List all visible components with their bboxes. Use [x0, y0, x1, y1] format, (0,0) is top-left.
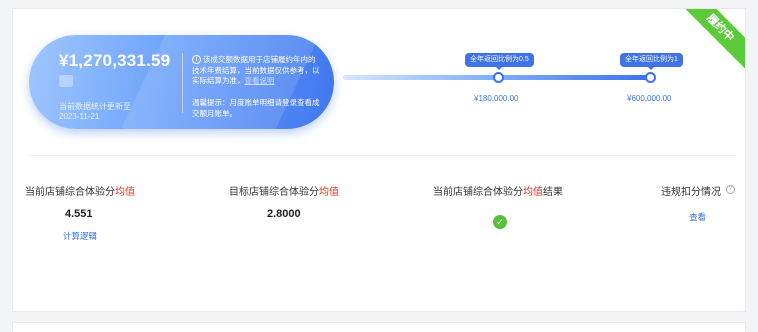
pill-divider [182, 53, 183, 113]
progress-node-1 [493, 72, 504, 83]
status-ribbon: 履约中 [673, 9, 745, 75]
amount-eye-icon[interactable] [59, 75, 73, 87]
target-avg-title: 目标店铺综合体验分均值 [229, 183, 339, 198]
view-violation-link[interactable]: 查看 [689, 211, 706, 223]
question-circle-icon[interactable]: ? [726, 185, 735, 194]
current-avg-value: 4.551 [65, 208, 93, 220]
next-card-edge [12, 322, 746, 332]
target-avg-value: 2.8000 [267, 208, 301, 220]
info-text: 该成交额数据用于店铺履约年内的技术年费结算，当前数据仅供参考，以实际结算为准，查… [192, 55, 320, 87]
current-avg-title: 当前店铺综合体验分均值 [25, 183, 135, 198]
result-title-text: 当前店铺综合体验分 [433, 187, 523, 198]
check-circle-icon: ✓ [493, 215, 507, 229]
summary-pill: ¥1,270,331.59 当前数据统计更新至 2023-11-21 i 该成交… [29, 35, 334, 129]
target-avg-title-text: 目标店铺综合体验分 [229, 187, 319, 198]
tip-text: 温馨提示：月度账单明细请登录查看成交额月账单。 [192, 98, 320, 118]
progress-value-2: ¥600,000.00 [627, 94, 672, 103]
target-avg-title-highlight: 均值 [319, 187, 339, 198]
contract-card: 履约中 ¥1,270,331.59 当前数据统计更新至 2023-11-21 i… [12, 8, 746, 312]
result-title: 当前店铺综合体验分均值结果 [433, 183, 563, 198]
calc-logic-link[interactable]: 计算逻辑 [63, 230, 97, 242]
current-avg-title-text: 当前店铺综合体验分 [25, 187, 115, 198]
updated-date: 2023-11-21 [59, 112, 100, 121]
result-title-suffix: 结果 [543, 187, 563, 198]
progress-tag-2: 全年返回比例为1 [620, 53, 683, 70]
current-avg-title-highlight: 均值 [115, 187, 135, 198]
section-divider [27, 155, 735, 156]
progress-node-2 [645, 72, 656, 83]
progress-value-1: ¥180,000.00 [474, 94, 519, 103]
transaction-amount: ¥1,270,331.59 [59, 51, 171, 70]
progress-tag-1: 全年返回比例为0.5 [465, 53, 534, 70]
info-link[interactable]: 查看说明 [245, 76, 275, 85]
result-title-highlight: 均值 [523, 187, 543, 198]
updated-label: 当前数据统计更新至 [59, 102, 131, 111]
violation-title: 违规扣分情况 [661, 187, 721, 198]
